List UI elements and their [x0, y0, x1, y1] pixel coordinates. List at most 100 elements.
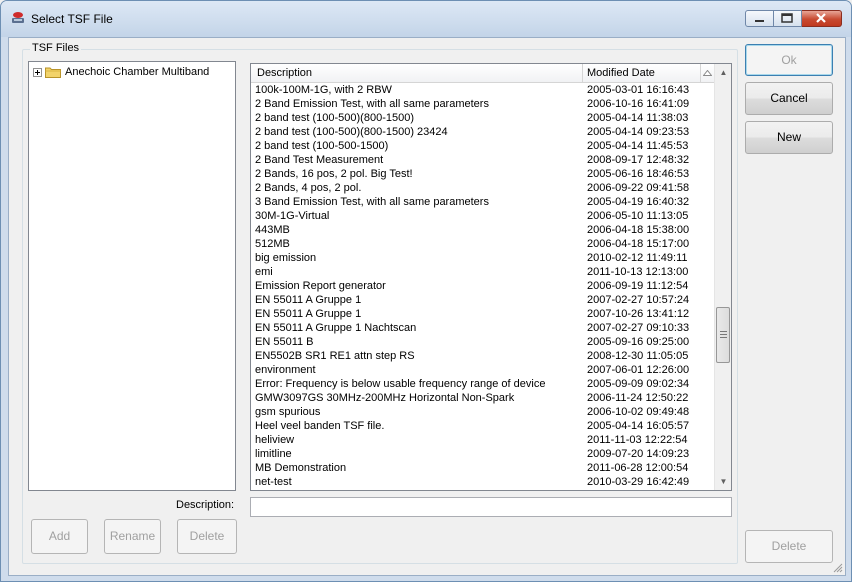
cancel-button[interactable]: Cancel: [745, 82, 833, 115]
grip-line: [720, 337, 727, 338]
folder-icon: [45, 67, 61, 78]
cell-modified-date: 2006-09-22 09:41:58: [587, 182, 690, 194]
cell-modified-date: 2008-12-30 11:05:05: [587, 350, 689, 362]
maximize-icon: [781, 13, 793, 23]
cell-description: environment: [255, 364, 316, 376]
cell-description: 2 Bands, 16 pos, 2 pol. Big Test!: [255, 168, 413, 180]
cell-description: 2 band test (100-500-1500): [255, 140, 389, 152]
description-label: Description:: [176, 499, 235, 511]
column-header-modified-date[interactable]: Modified Date: [587, 67, 655, 79]
cell-description: Error: Frequency is below usable frequen…: [255, 378, 546, 390]
delete-file-button[interactable]: Delete: [177, 519, 237, 554]
folder-tree[interactable]: Anechoic Chamber Multiband: [28, 61, 236, 491]
table-row[interactable]: Emission Report generator 2006-09-19 11:1…: [251, 279, 714, 293]
cell-modified-date: 2005-06-16 18:46:53: [587, 168, 690, 180]
table-row[interactable]: EN5502B SR1 RE1 attn step RS 2008-12-30 1…: [251, 349, 714, 363]
cell-description: 2 Band Emission Test, with all same para…: [255, 98, 489, 110]
cell-modified-date: 2005-09-09 09:02:34: [587, 378, 690, 390]
minimize-icon: [755, 20, 764, 22]
scroll-up-icon[interactable]: ▲: [715, 64, 731, 81]
cell-modified-date: 2005-04-14 09:23:53: [587, 126, 690, 138]
maximize-button[interactable]: [774, 10, 802, 27]
cell-modified-date: 2011-11-03 12:22:54: [587, 434, 688, 446]
minimize-button[interactable]: [745, 10, 774, 27]
table-row[interactable]: 30M-1G-Virtual 2006-05-10 11:13:05: [251, 209, 714, 223]
cell-modified-date: 2005-04-14 16:05:57: [587, 420, 690, 432]
table-row[interactable]: 3 Band Emission Test, with all same para…: [251, 195, 714, 209]
column-divider[interactable]: [700, 64, 701, 82]
title-bar[interactable]: Select TSF File: [1, 1, 851, 37]
cell-modified-date: 2006-10-02 09:49:48: [587, 406, 690, 418]
cell-description: EN 55011 A Gruppe 1 Nachtscan: [255, 322, 417, 334]
cell-description: Emission Report generator: [255, 280, 386, 292]
cell-modified-date: 2007-10-26 13:41:12: [587, 308, 690, 320]
cell-description: gsm spurious: [255, 406, 321, 418]
cell-description: GMW3097GS 30MHz-200MHz Horizontal Non-Sp…: [255, 392, 515, 404]
table-row[interactable]: limitline 2009-07-20 14:09:23: [251, 447, 714, 461]
cell-description: Heel veel banden TSF file.: [255, 420, 385, 432]
cell-modified-date: 2005-04-14 11:45:53: [587, 140, 689, 152]
cell-description: 512MB: [255, 238, 290, 250]
tree-node-label: Anechoic Chamber Multiband: [65, 66, 210, 78]
sort-arrow-icon: [703, 70, 712, 76]
table-row[interactable]: EN 55011 A Gruppe 1 2007-10-26 13:41:12: [251, 307, 714, 321]
table-row[interactable]: EN 55011 A Gruppe 1 2007-02-27 10:57:24: [251, 293, 714, 307]
table-row[interactable]: emi 2011-10-13 12:13:00: [251, 265, 714, 279]
add-button[interactable]: Add: [31, 519, 88, 554]
table-row[interactable]: Heel veel banden TSF file. 2005-04-14 16:…: [251, 419, 714, 433]
delete-button[interactable]: Delete: [745, 530, 833, 563]
tsf-file-list[interactable]: Description Modified Date 100k-100M-1G, …: [250, 63, 732, 491]
resize-grip-icon[interactable]: [831, 561, 843, 573]
cell-modified-date: 2006-04-18 15:38:00: [587, 224, 690, 236]
table-row[interactable]: Error: Frequency is below usable frequen…: [251, 377, 714, 391]
tree-node[interactable]: Anechoic Chamber Multiband: [33, 64, 209, 80]
table-row[interactable]: 2 Bands, 4 pos, 2 pol. 2006-09-22 09:41:5…: [251, 181, 714, 195]
cell-description: big emission: [255, 252, 317, 264]
table-row[interactable]: 2 Band Emission Test, with all same para…: [251, 97, 714, 111]
cell-description: net-test: [255, 476, 292, 488]
ok-button[interactable]: Ok: [745, 44, 833, 76]
cell-description: EN5502B SR1 RE1 attn step RS: [255, 350, 415, 362]
cell-description: EN 55011 A Gruppe 1: [255, 308, 362, 320]
expand-icon[interactable]: [33, 67, 42, 77]
cell-description: 30M-1G-Virtual: [255, 210, 330, 222]
table-row[interactable]: 512MB 2006-04-18 15:17:00: [251, 237, 714, 251]
cell-description: limitline: [255, 448, 292, 460]
table-row[interactable]: GMW3097GS 30MHz-200MHz Horizontal Non-Sp…: [251, 391, 714, 405]
cell-modified-date: 2006-10-16 16:41:09: [587, 98, 690, 110]
table-row[interactable]: big emission 2010-02-12 11:49:11: [251, 251, 714, 265]
rename-button[interactable]: Rename: [104, 519, 161, 554]
window-title: Select TSF File: [31, 12, 113, 26]
cell-description: 2 Band Test Measurement: [255, 154, 384, 166]
table-row[interactable]: 100k-100M-1G, with 2 RBW 2005-03-01 16:16…: [251, 83, 714, 97]
table-row[interactable]: 443MB 2006-04-18 15:38:00: [251, 223, 714, 237]
scroll-down-icon[interactable]: ▼: [715, 473, 731, 490]
table-row[interactable]: net-test 2010-03-29 16:42:49: [251, 475, 714, 489]
cell-description: EN 55011 A Gruppe 1: [255, 294, 362, 306]
table-row[interactable]: 2 Band Test Measurement 2008-09-17 12:48:…: [251, 153, 714, 167]
cell-description: 3 Band Emission Test, with all same para…: [255, 196, 489, 208]
table-row[interactable]: EN 55011 A Gruppe 1 Nachtscan 2007-02-27 …: [251, 321, 714, 335]
list-rows: 100k-100M-1G, with 2 RBW 2005-03-01 16:16…: [251, 83, 714, 489]
cell-modified-date: 2005-09-16 09:25:00: [587, 336, 690, 348]
column-divider[interactable]: [582, 64, 583, 82]
table-row[interactable]: heliview 2011-11-03 12:22:54: [251, 433, 714, 447]
table-row[interactable]: 2 Bands, 16 pos, 2 pol. Big Test! 2005-06…: [251, 167, 714, 181]
vertical-scrollbar[interactable]: ▲ ▼: [714, 64, 731, 490]
grip-line: [720, 334, 727, 335]
table-row[interactable]: environment 2007-06-01 12:26:00: [251, 363, 714, 377]
scroll-thumb[interactable]: [716, 307, 730, 363]
table-row[interactable]: EN 55011 B 2005-09-16 09:25:00: [251, 335, 714, 349]
table-row[interactable]: 2 band test (100-500)(800-1500) 2005-04-1…: [251, 111, 714, 125]
cell-description: EN 55011 B: [255, 336, 314, 348]
new-button[interactable]: New: [745, 121, 833, 154]
table-row[interactable]: 2 band test (100-500-1500) 2005-04-14 11:…: [251, 139, 714, 153]
description-input[interactable]: [250, 497, 732, 517]
close-button[interactable]: [802, 10, 842, 27]
table-row[interactable]: gsm spurious 2006-10-02 09:49:48: [251, 405, 714, 419]
table-row[interactable]: MB Demonstration 2011-06-28 12:00:54: [251, 461, 714, 475]
column-header-description[interactable]: Description: [257, 67, 312, 79]
cell-description: 2 band test (100-500)(800-1500): [255, 112, 414, 124]
cell-modified-date: 2006-05-10 11:13:05: [587, 210, 689, 222]
table-row[interactable]: 2 band test (100-500)(800-1500) 23424 200…: [251, 125, 714, 139]
